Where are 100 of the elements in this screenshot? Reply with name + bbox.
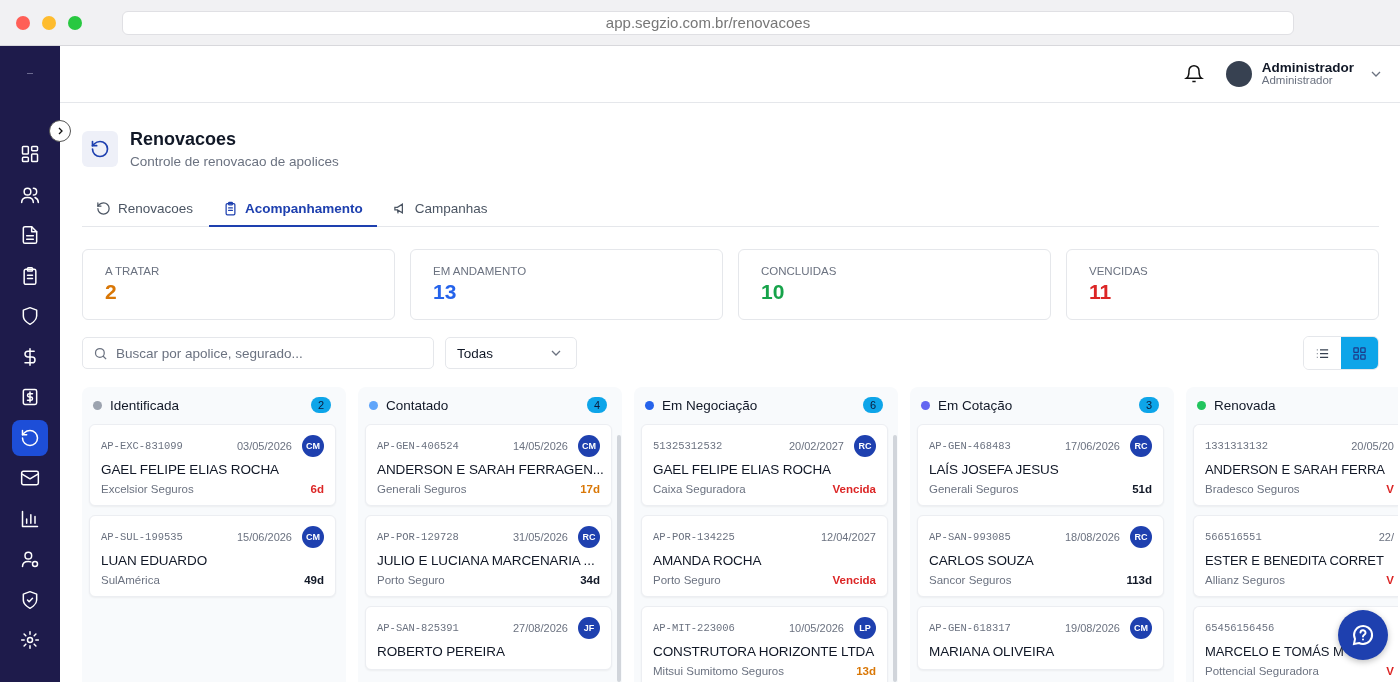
due-date: 22/ [1378, 531, 1394, 543]
stat-value: 2 [105, 280, 117, 304]
renewal-card[interactable]: AP-POR-134225 12/04/2027 AMANDA ROCHA Porto Seguro Vencida [641, 515, 888, 597]
column-title: Contatado [386, 397, 450, 413]
view-toggle-button[interactable] [1341, 337, 1378, 369]
clipboard-icon [223, 201, 239, 216]
notifications-button[interactable] [1183, 64, 1204, 84]
due-date: 17/06/2026 [1064, 440, 1120, 452]
renewal-card[interactable]: AP-SUL-199535 15/06/2026 CM LUAN EDUARDO SulAmérica 49d [89, 515, 336, 597]
insurer-name: Excelsior Seguros [101, 483, 194, 495]
search-field[interactable]: Buscar por apolice, segurado... [82, 337, 434, 369]
stat-label: CONCLUIDAS [761, 265, 837, 277]
days-remaining: 49d [304, 574, 324, 586]
bell-icon [1183, 64, 1204, 84]
column-title: Em Negociação [662, 397, 759, 413]
client-name: CONSTRUTORA HORIZONTE LTDA [653, 644, 876, 659]
renewal-card[interactable]: AP-GEN-406524 14/05/2026 CM ANDERSON E SARAH FERRAGEN... Generali Seguros 17d [365, 424, 612, 506]
policy-number: AP-GEN-468483 [929, 440, 1012, 452]
insurer-name: Pottencial Seguradora [1205, 665, 1319, 677]
policy-number: AP-EXC-831099 [101, 440, 184, 452]
policy-number: AP-MIT-223006 [653, 622, 736, 634]
user-name: Administrador [1261, 61, 1354, 74]
insurer-name: Porto Seguro [653, 574, 721, 586]
client-name: LUAN EDUARDO [101, 553, 209, 568]
due-date: 19/08/2026 [1064, 622, 1120, 634]
scrollbar[interactable] [893, 435, 897, 682]
shield-check-icon [20, 589, 40, 610]
tab[interactable]: Acompanhamento [209, 193, 377, 227]
tab[interactable]: Renovacoes [82, 193, 208, 227]
close-window-button[interactable] [16, 15, 30, 30]
days-remaining: V [1386, 483, 1394, 495]
page-subtitle: Controle de renovacao de apolices [130, 154, 339, 169]
count-badge: 6 [863, 397, 883, 413]
renewal-card[interactable]: AP-GEN-618317 19/08/2026 CM MARIANA OLIVEIRA [917, 606, 1164, 670]
insurer-name: SulAmérica [101, 574, 160, 586]
due-date: 15/06/2026 [236, 531, 292, 543]
settings-icon [20, 630, 40, 650]
document-icon [20, 225, 40, 245]
client-name: CARLOS SOUZA [929, 553, 1035, 568]
initials-avatar: JF [578, 617, 600, 639]
days-remaining: 34d [580, 574, 600, 586]
policy-number: AP-GEN-618317 [929, 622, 1012, 634]
user-avatar[interactable] [1225, 61, 1252, 87]
initials-avatar: LP [854, 617, 876, 639]
stat-value: 13 [433, 280, 457, 304]
client-name: MARCELO E TOMÁS M [1205, 644, 1345, 659]
client-name: AMANDA ROCHA [653, 553, 763, 568]
client-name: GAEL FELIPE ELIAS ROCHA [653, 462, 832, 477]
renewal-card[interactable]: AP-EXC-831099 03/05/2026 CM GAEL FELIPE ELIAS ROCHA Excelsior Seguros 6d [89, 424, 336, 506]
days-remaining: 17d [580, 483, 600, 495]
count-badge: 2 [311, 397, 331, 413]
address-bar[interactable]: app.segzio.com.br/renovacoes [122, 10, 1294, 35]
insurer-name: Caixa Seguradora [653, 483, 746, 495]
days-remaining: 6d [310, 483, 324, 495]
due-date: 03/05/2026 [236, 440, 292, 452]
renewal-card[interactable]: AP-POR-129728 31/05/2026 RC JULIO E LUCIANA MARCENARIA ... Porto Seguro 34d [365, 515, 612, 597]
initials-avatar: CM [302, 435, 324, 457]
client-name: ANDERSON E SARAH FERRA [1205, 462, 1386, 477]
policy-number: AP-SAN-825391 [377, 622, 460, 634]
invoice-icon [20, 387, 40, 407]
scrollbar[interactable] [617, 435, 621, 682]
due-date: 31/05/2026 [512, 531, 568, 543]
nav-item[interactable] [12, 419, 48, 456]
client-name: LAÍS JOSEFA JESUS [929, 462, 1060, 477]
insurer-name: Allianz Seguros [1205, 574, 1285, 586]
renewal-card[interactable]: 1331313132 20/05/20 ANDERSON E SARAH FERRA Bradesco Seguros V [1193, 424, 1398, 506]
policy-number: 51325312532 [653, 440, 724, 452]
renewal-card[interactable]: 566516551 22/ ESTER E BENEDITA CORRET Allianz Seguros V [1193, 515, 1398, 597]
tab[interactable]: Campanhas [378, 193, 502, 227]
count-badge: 4 [587, 397, 607, 413]
renewal-card[interactable]: AP-MIT-223006 10/05/2026 LP CONSTRUTORA HORIZONTE LTDA Mitsui Sumitomo Seguros 13d [641, 606, 888, 682]
due-date: 12/04/2027 [820, 531, 876, 543]
page-title: Renovacoes [130, 129, 238, 150]
policy-number: AP-POR-134225 [653, 531, 736, 543]
days-remaining: Vencida [832, 483, 876, 495]
stat-value: 10 [761, 280, 785, 304]
client-name: JULIO E LUCIANA MARCENARIA ... [377, 553, 596, 568]
policy-number: AP-SUL-199535 [101, 531, 184, 543]
refresh-icon [96, 201, 111, 216]
policy-number: 1331313132 [1205, 440, 1269, 452]
user-role: Administrador [1261, 74, 1334, 87]
initials-avatar: CM [578, 435, 600, 457]
days-remaining: Vencida [832, 574, 876, 586]
due-date: 27/08/2026 [512, 622, 568, 634]
column-title: Renovada [1214, 397, 1277, 413]
renewal-card[interactable]: AP-SAN-993085 18/08/2026 RC CARLOS SOUZA Sancor Seguros 113d [917, 515, 1164, 597]
due-date: 10/05/2026 [788, 622, 844, 634]
stat-label: EM ANDAMENTO [433, 265, 527, 277]
initials-avatar: RC [1130, 526, 1152, 548]
status-dropdown[interactable]: Todas [445, 337, 577, 369]
renewal-card[interactable]: AP-GEN-468483 17/06/2026 RC LAÍS JOSEFA JESUS Generali Seguros 51d [917, 424, 1164, 506]
expand-sidebar-button[interactable] [49, 120, 71, 142]
policy-number: AP-POR-129728 [377, 531, 460, 543]
stat-label: A TRATAR [105, 265, 160, 277]
insurer-name: Sancor Seguros [929, 574, 1012, 586]
refresh-icon [82, 131, 118, 167]
client-name: GAEL FELIPE ELIAS ROCHA [101, 462, 280, 477]
renewal-card[interactable]: 51325312532 20/02/2027 RC GAEL FELIPE ELIAS ROCHA Caixa Seguradora Vencida [641, 424, 888, 506]
insurer-name: Generali Seguros [377, 483, 467, 495]
renewal-card[interactable]: AP-SAN-825391 27/08/2026 JF ROBERTO PEREIRA [365, 606, 612, 670]
